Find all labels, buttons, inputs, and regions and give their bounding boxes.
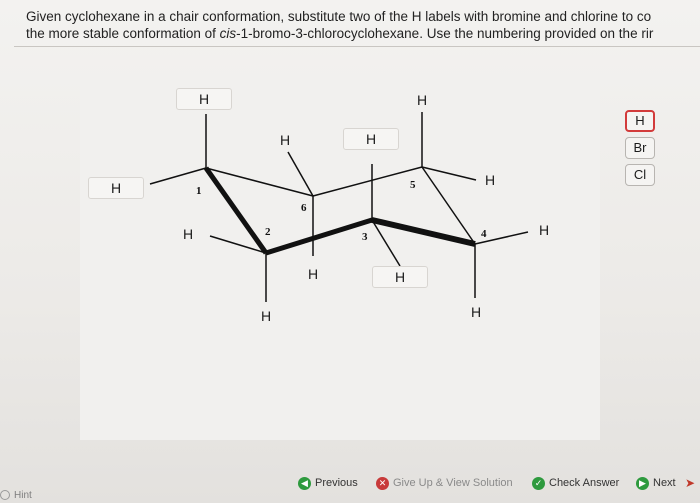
palette-br-button[interactable]: Br [625,137,655,159]
h-label-c2-axial[interactable]: H [256,308,276,324]
question-panel: Given cyclohexane in a chair conformatio… [0,0,700,503]
h-label-c3-axial[interactable]: H [343,128,399,150]
previous-arrow-icon: ◀ [298,476,311,490]
ring-number-6: 6 [301,202,307,214]
chair-cyclohexane-drawing: 1 2 3 4 5 6 [149,112,529,302]
h-label-c1-axial[interactable]: H [176,88,232,110]
ring-number-5: 5 [410,179,416,191]
ring-number-1: 1 [196,185,202,197]
drawing-canvas[interactable]: 1 2 3 4 5 6 H H H H H H H H H H H H [80,80,600,440]
bond-c2-c3 [265,217,373,256]
h-label-c5-axial[interactable]: H [412,92,432,108]
previous-button[interactable]: ◀ Previous [298,472,358,494]
h-label-c5-equatorial[interactable]: H [480,172,500,188]
header-divider [14,46,700,47]
ring-number-4: 4 [481,228,487,240]
give-up-label: Give Up & View Solution [393,477,513,489]
h-label-c2-equatorial[interactable]: H [178,226,198,242]
exit-arrow-icon[interactable]: ➤ [685,472,700,494]
hint-label: Hint [14,490,32,501]
h-label-c6-axial[interactable]: H [303,266,323,282]
next-arrow-icon: ▶ [636,476,649,490]
give-up-button[interactable]: ✕ Give Up & View Solution [376,472,513,494]
next-button[interactable]: ▶ Next [636,472,676,494]
question-line-2-end: -1-bromo-3-chlorocyclohexane. Use the nu… [236,26,654,41]
compound-stereo-prefix: cis [219,26,237,41]
h-label-c3-equatorial[interactable]: H [372,266,428,288]
previous-label: Previous [315,477,358,489]
check-answer-label: Check Answer [549,477,620,489]
footer-bar: ◀ Previous ✕ Give Up & View Solution ✓ C… [0,472,700,503]
ring-number-3: 3 [362,231,368,243]
h-label-c1-equatorial[interactable]: H [88,177,144,199]
next-label: Next [653,477,676,489]
bond-c1-equatorial [149,167,207,185]
palette-h-button[interactable]: H [625,110,655,132]
h-label-c6-equatorial[interactable]: H [275,132,295,148]
question-line-1: Given cyclohexane in a chair conformatio… [26,9,652,24]
bond-c6-equatorial [287,151,314,197]
h-label-c4-axial[interactable]: H [466,304,486,320]
palette-cl-button[interactable]: Cl [625,164,655,186]
hint-link[interactable]: Hint [0,488,60,503]
cancel-x-icon: ✕ [376,476,389,490]
bond-c5-c6 [312,166,423,197]
check-answer-button[interactable]: ✓ Check Answer [532,472,619,494]
hint-icon [0,490,10,500]
checkmark-icon: ✓ [532,476,545,490]
atom-palette: H Br Cl [625,110,655,191]
bond-c3-c4 [371,217,476,247]
question-text: Given cyclohexane in a chair conformatio… [26,8,700,42]
ring-number-2: 2 [265,226,271,238]
question-line-2-start: the more stable conformation of [26,26,220,41]
question-line-2: the more stable conformation of cis-1-br… [26,25,700,42]
h-label-c4-equatorial[interactable]: H [534,222,554,238]
